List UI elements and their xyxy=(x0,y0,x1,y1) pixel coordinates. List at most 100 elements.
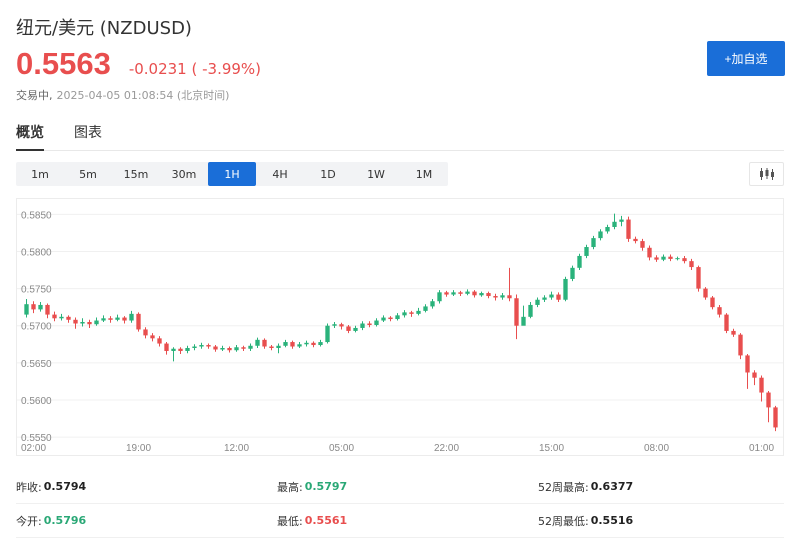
candle-body xyxy=(612,221,617,227)
period-4h[interactable]: 4H xyxy=(256,162,304,186)
candle-body xyxy=(31,304,36,310)
tab-chart[interactable]: 图表 xyxy=(74,122,102,150)
candle-body xyxy=(619,219,624,222)
x-tick-label: 05:00 xyxy=(329,443,354,454)
candle-body xyxy=(185,348,190,351)
tab-overview[interactable]: 概览 xyxy=(16,122,44,150)
candle-body xyxy=(24,304,29,315)
candle-body xyxy=(45,304,50,315)
candle-body xyxy=(192,346,197,348)
candle-body xyxy=(626,219,631,239)
stats-row: 昨收: 0.5794 最高: 0.5797 52周最高: 0.6377 xyxy=(16,470,784,504)
add-to-watchlist-button[interactable]: +加自选 xyxy=(707,41,785,76)
candle-body xyxy=(353,327,358,331)
y-tick-label: 0.5600 xyxy=(21,396,52,407)
candle-body xyxy=(101,318,106,321)
candle-body xyxy=(164,343,169,351)
candle-body xyxy=(143,329,148,336)
candle-body xyxy=(59,316,64,319)
tab-bar: 概览 图表 xyxy=(16,122,132,150)
candle-body xyxy=(647,247,652,258)
x-tick-label: 15:00 xyxy=(539,443,564,454)
candle-body xyxy=(472,291,477,296)
candle-body xyxy=(556,294,561,300)
candle-body xyxy=(206,345,211,347)
candle-body xyxy=(367,323,372,325)
candle-body xyxy=(584,247,589,256)
candle-body xyxy=(409,312,414,314)
y-tick-label: 0.5650 xyxy=(21,359,52,370)
candle-body xyxy=(115,317,120,320)
candle-body xyxy=(80,322,85,324)
price-change: -0.0231 ( -3.99%) xyxy=(128,60,262,78)
stat-value: 0.5516 xyxy=(590,514,634,527)
x-tick-label: 12:00 xyxy=(224,443,249,454)
candle-body xyxy=(654,257,659,260)
x-tick-label: 02:00 xyxy=(21,443,46,454)
candle-body xyxy=(234,347,239,351)
y-tick-label: 0.5700 xyxy=(21,322,52,333)
candle-body xyxy=(703,288,708,298)
chart-type-button[interactable] xyxy=(749,162,784,186)
x-tick-label: 19:00 xyxy=(126,443,151,454)
candle-body xyxy=(710,297,715,308)
candle-body xyxy=(430,301,435,307)
candle-body xyxy=(318,342,323,346)
candle-body xyxy=(563,278,568,300)
candle-body xyxy=(535,299,540,305)
candle-body xyxy=(528,304,533,317)
candle-body xyxy=(507,295,512,299)
period-5m[interactable]: 5m xyxy=(64,162,112,186)
period-1mo[interactable]: 1M xyxy=(400,162,448,186)
period-1m[interactable]: 1m xyxy=(16,162,64,186)
candle-body xyxy=(738,334,743,356)
candlestick-icon xyxy=(759,168,774,180)
candle-body xyxy=(696,267,701,289)
candle-body xyxy=(241,347,246,349)
stat-high: 最高: 0.5797 xyxy=(277,480,348,494)
period-1w[interactable]: 1W xyxy=(352,162,400,186)
candle-body xyxy=(283,342,288,346)
candle-body xyxy=(269,346,274,348)
candle-body xyxy=(332,324,337,326)
stats-panel: 昨收: 0.5794 最高: 0.5797 52周最高: 0.6377 今开: 0.57… xyxy=(16,470,784,538)
period-selector: 1m 5m 15m 30m 1H 4H 1D 1W 1M xyxy=(16,162,448,186)
stat-52w-low: 52周最低: 0.5516 xyxy=(538,514,634,528)
candle-body xyxy=(598,231,603,239)
candle-body xyxy=(339,324,344,327)
candle-body xyxy=(381,317,386,321)
stat-low: 最低: 0.5561 xyxy=(277,514,348,528)
stat-value: 0.5561 xyxy=(304,514,348,527)
candle-body xyxy=(325,325,330,343)
candle-body xyxy=(591,238,596,248)
stats-row: 今开: 0.5796 最低: 0.5561 52周最低: 0.5516 xyxy=(16,504,784,538)
candle-body xyxy=(178,348,183,351)
price-row: 0.5563 -0.0231 ( -3.99%) xyxy=(16,46,261,82)
candle-body xyxy=(73,319,78,324)
candle-body xyxy=(633,238,638,242)
candle-body xyxy=(451,292,456,295)
candle-body xyxy=(542,297,547,300)
candle-body xyxy=(689,261,694,268)
period-30m[interactable]: 30m xyxy=(160,162,208,186)
period-1h[interactable]: 1H xyxy=(208,162,256,186)
stat-open: 今开: 0.5796 xyxy=(16,514,87,528)
stat-prev-close: 昨收: 0.5794 xyxy=(16,480,87,494)
trade-status-label: 交易中, xyxy=(16,89,53,102)
instrument-title: 纽元/美元 (NZDUSD) xyxy=(16,18,192,39)
candle-body xyxy=(290,342,295,347)
stat-52w-high: 52周最高: 0.6377 xyxy=(538,480,634,494)
candle-body xyxy=(395,315,400,320)
candle-body xyxy=(423,306,428,311)
candle-body xyxy=(682,258,687,262)
candle-body xyxy=(514,298,519,326)
period-1d[interactable]: 1D xyxy=(304,162,352,186)
y-tick-label: 0.5750 xyxy=(21,285,52,296)
price-chart[interactable]: 0.5850 0.5800 0.5750 0.5700 0.5650 0.5600 0.55… xyxy=(16,198,784,456)
candle-body xyxy=(479,293,484,296)
candle-body xyxy=(171,348,176,351)
last-price: 0.5563 xyxy=(16,46,111,81)
candle-body xyxy=(458,292,463,294)
candle-body xyxy=(773,407,778,428)
period-15m[interactable]: 15m xyxy=(112,162,160,186)
